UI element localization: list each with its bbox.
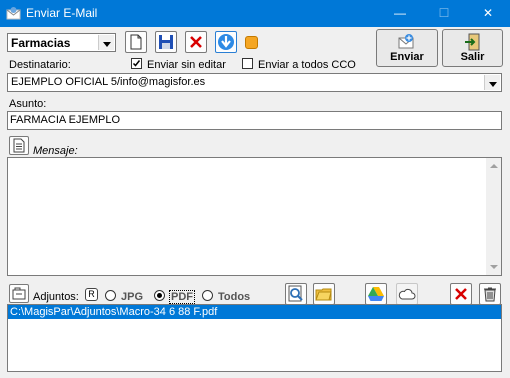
folder-icon bbox=[315, 288, 332, 301]
scroll-up-icon[interactable] bbox=[486, 158, 501, 174]
floppy-disk-icon bbox=[159, 35, 173, 49]
send-all-bcc-label: Enviar a todos CCO bbox=[258, 59, 356, 71]
trash-button[interactable] bbox=[479, 283, 501, 305]
close-button[interactable]: ✕ bbox=[466, 0, 510, 27]
status-indicator bbox=[245, 36, 258, 49]
title-bar: Enviar E-Mail — ☐ ✕ bbox=[0, 0, 510, 27]
document-lines-icon bbox=[13, 138, 25, 153]
google-drive-icon bbox=[368, 287, 384, 301]
maximize-button[interactable]: ☐ bbox=[422, 0, 466, 27]
minimize-button[interactable]: — bbox=[378, 0, 422, 27]
recipient-value: EJEMPLO OFICIAL 5/info@magisfor.es bbox=[11, 76, 206, 88]
preview-button[interactable] bbox=[285, 283, 307, 305]
message-label: Mensaje: bbox=[33, 145, 78, 157]
r-button[interactable]: R bbox=[85, 288, 98, 301]
exit-button-label: Salir bbox=[460, 51, 485, 63]
magnifier-icon bbox=[288, 285, 303, 302]
send-without-edit-label: Enviar sin editar bbox=[147, 59, 226, 71]
attachment-icon bbox=[12, 287, 26, 300]
trash-icon bbox=[484, 287, 496, 302]
radio-pdf-label: PDF bbox=[169, 290, 195, 304]
attachment-path: C:\MagisPar\Adjuntos\Macro-34 6 88 F.pdf bbox=[10, 306, 218, 318]
radio-jpg[interactable] bbox=[105, 290, 116, 301]
cloud-button[interactable] bbox=[396, 283, 418, 305]
new-document-button[interactable] bbox=[125, 31, 147, 53]
radio-all-label: Todos bbox=[218, 291, 251, 303]
download-button[interactable] bbox=[215, 31, 237, 53]
send-all-bcc-checkbox[interactable] bbox=[242, 58, 253, 69]
radio-jpg-label: JPG bbox=[121, 291, 144, 303]
checkmark-icon bbox=[132, 60, 141, 67]
message-textarea[interactable] bbox=[7, 157, 502, 276]
exit-button[interactable]: Salir bbox=[442, 29, 503, 67]
send-without-edit-checkbox[interactable] bbox=[131, 58, 142, 69]
message-template-button[interactable] bbox=[9, 136, 29, 155]
subject-input[interactable]: FARMACIA EJEMPLO bbox=[7, 111, 502, 130]
arrow-down-icon bbox=[218, 34, 234, 50]
scroll-down-icon[interactable] bbox=[486, 259, 501, 275]
exit-door-icon bbox=[464, 33, 479, 51]
cloud-icon bbox=[398, 288, 416, 300]
send-button-label: Enviar bbox=[390, 51, 424, 63]
google-drive-button[interactable] bbox=[365, 283, 387, 305]
subject-value: FARMACIA EJEMPLO bbox=[10, 114, 121, 126]
subject-label: Asunto: bbox=[9, 98, 47, 110]
attach-button[interactable] bbox=[9, 284, 29, 303]
open-folder-button[interactable] bbox=[313, 283, 335, 305]
save-button[interactable] bbox=[155, 31, 177, 53]
recipient-select[interactable]: EJEMPLO OFICIAL 5/info@magisfor.es bbox=[7, 73, 502, 92]
window-title: Enviar E-Mail bbox=[26, 6, 98, 20]
send-mail-icon bbox=[398, 34, 414, 49]
mail-icon bbox=[6, 7, 21, 20]
attachments-label: Adjuntos: bbox=[33, 291, 79, 303]
recipient-label: Destinatario: bbox=[9, 59, 71, 71]
attachments-list[interactable]: C:\MagisPar\Adjuntos\Macro-34 6 88 F.pdf bbox=[7, 304, 502, 372]
radio-pdf[interactable] bbox=[154, 290, 165, 301]
remove-attachment-button[interactable] bbox=[450, 283, 472, 305]
red-x-icon bbox=[190, 36, 202, 48]
delete-button[interactable] bbox=[185, 31, 207, 53]
message-scrollbar[interactable] bbox=[486, 158, 501, 275]
red-x-icon bbox=[455, 288, 467, 300]
send-button[interactable]: Enviar bbox=[376, 29, 438, 67]
chevron-down-icon[interactable] bbox=[98, 35, 114, 50]
account-select-value: Farmacias bbox=[11, 36, 71, 50]
list-item[interactable]: C:\MagisPar\Adjuntos\Macro-34 6 88 F.pdf bbox=[8, 305, 501, 319]
new-document-icon bbox=[130, 34, 142, 50]
chevron-down-icon[interactable] bbox=[484, 75, 500, 90]
account-select[interactable]: Farmacias bbox=[7, 33, 116, 52]
radio-all[interactable] bbox=[202, 290, 213, 301]
